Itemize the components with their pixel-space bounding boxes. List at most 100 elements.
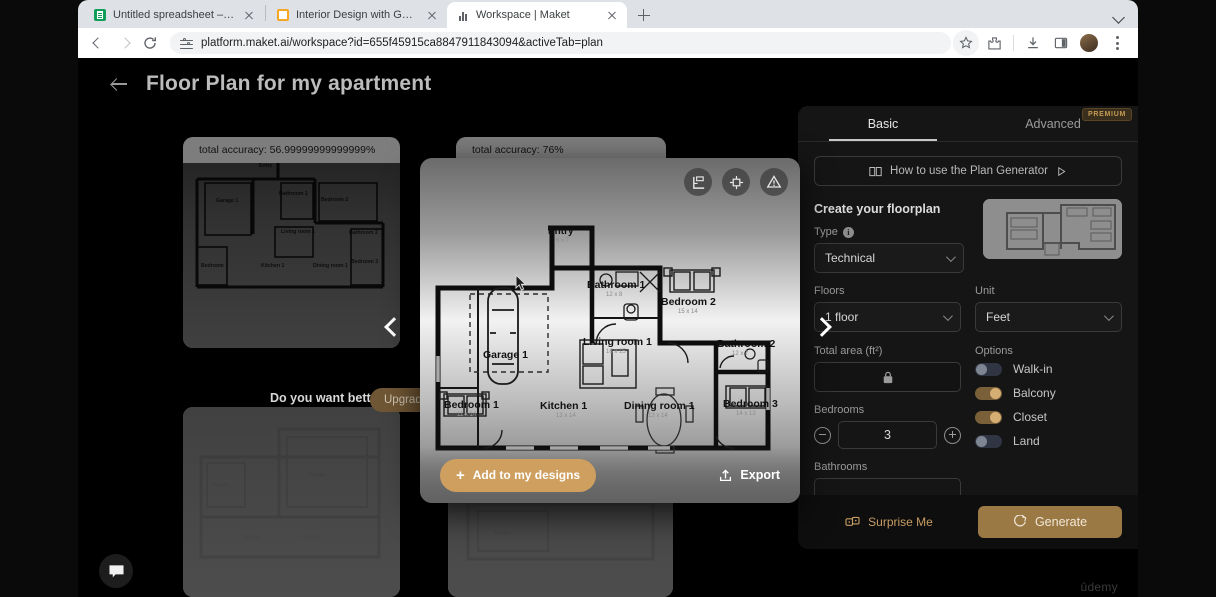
bedrooms-label: Bedrooms <box>814 404 865 416</box>
browser-tab-3[interactable]: Workspace | Maket <box>447 2 627 28</box>
close-icon[interactable] <box>605 8 619 22</box>
extensions-icon[interactable] <box>981 30 1007 56</box>
floorplan-preview-thumb[interactable] <box>983 199 1122 259</box>
svg-text:Room: Room <box>243 535 259 541</box>
chevron-down-icon <box>1103 310 1114 321</box>
room-label: Kitchen 1 <box>540 400 587 412</box>
unit-select[interactable]: Feet <box>975 302 1122 332</box>
measure-icon[interactable] <box>684 168 712 196</box>
avatar <box>1080 34 1098 52</box>
how-to-banner[interactable]: How to use the Plan Generator <box>814 156 1122 186</box>
tab-advanced[interactable]: Advanced PREMIUM <box>968 106 1138 141</box>
book-icon <box>869 166 882 176</box>
info-icon[interactable]: i <box>842 226 854 238</box>
option-walkin[interactable]: Walk-in <box>975 362 1122 376</box>
forward-button[interactable] <box>112 31 136 55</box>
tab-strip: Untitled spreadsheet – Googl Interior De… <box>78 0 1138 28</box>
page-title: Floor Plan for my apartment <box>146 72 432 95</box>
carousel-prev-button[interactable] <box>378 313 404 339</box>
close-icon[interactable] <box>242 8 256 22</box>
maket-icon <box>457 9 469 21</box>
reload-icon[interactable] <box>138 31 162 55</box>
address-bar[interactable]: platform.maket.ai/workspace?id=655f45915… <box>170 32 951 54</box>
total-area-input[interactable] <box>814 362 961 392</box>
tab-basic[interactable]: Basic <box>798 106 968 141</box>
add-to-my-designs-button[interactable]: + Add to my designs <box>440 458 597 492</box>
warning-triangle-icon[interactable] <box>760 168 788 196</box>
unit-field: Unit Feet <box>975 285 1122 332</box>
lock-icon <box>883 371 892 383</box>
svg-text:Bathroom 1: Bathroom 1 <box>279 191 308 197</box>
type-select[interactable]: Technical <box>814 243 964 273</box>
type-label: Type i <box>814 226 964 238</box>
option-land[interactable]: Land <box>975 434 1122 448</box>
svg-text:Bathroom 2: Bathroom 2 <box>349 230 378 236</box>
option-balcony[interactable]: Balcony <box>975 386 1122 400</box>
modal-toolbar <box>684 168 788 196</box>
floors-label: Floors <box>814 285 845 297</box>
generator-panel: Basic Advanced PREMIUM How to use the Pl… <box>798 106 1138 549</box>
bedrooms-stepper: 3 <box>814 421 961 449</box>
site-settings-icon <box>180 37 193 50</box>
bathrooms-input[interactable] <box>814 478 961 496</box>
plan-card-left[interactable]: Entry Garage 1 Bathroom 1 Bedroom 2 Livi… <box>183 137 400 348</box>
options-field: Options Walk-in Balcony Closet Land <box>975 345 1122 496</box>
how-to-label: How to use the Plan Generator <box>890 165 1048 177</box>
carousel-next-button[interactable] <box>809 313 835 339</box>
back-button[interactable] <box>86 31 110 55</box>
land-label: Land <box>1013 434 1040 448</box>
svg-text:Room: Room <box>303 535 319 541</box>
total-area-field: Total area (ft²) Bedrooms 3 Bathrooms <box>814 345 961 496</box>
chrome-menu-icon[interactable] <box>1104 30 1130 56</box>
svg-text:15 x 14: 15 x 14 <box>678 309 698 315</box>
svg-text:Bedroom 2: Bedroom 2 <box>321 197 348 203</box>
bedrooms-decrement-button[interactable] <box>814 426 831 444</box>
bedrooms-input[interactable]: 3 <box>838 421 937 449</box>
chevron-down-icon <box>945 251 956 262</box>
room-label: Dining room 1 <box>624 400 695 412</box>
svg-text:Room: Room <box>494 531 510 537</box>
profile-avatar[interactable] <box>1076 30 1102 56</box>
dice-icon <box>845 516 860 526</box>
crop-frame-icon[interactable] <box>722 168 750 196</box>
generate-button[interactable]: Generate <box>978 506 1122 538</box>
bookmark-star-icon[interactable] <box>953 30 979 56</box>
browser-tab-2[interactable]: Interior Design with Generati <box>267 2 447 28</box>
option-closet[interactable]: Closet <box>975 410 1122 424</box>
plus-icon: + <box>456 466 465 484</box>
room-label: Bathroom 1 <box>587 279 646 291</box>
closet-toggle[interactable] <box>975 410 1002 424</box>
page-header: Floor Plan for my apartment <box>108 72 431 96</box>
chevron-down-icon[interactable] <box>1106 2 1132 28</box>
back-arrow-icon[interactable] <box>108 73 130 95</box>
browser-tab-1[interactable]: Untitled spreadsheet – Googl <box>84 2 264 28</box>
room-label: Bedroom 1 <box>444 399 499 411</box>
floorplan-thumbnail-bl: Room Room Room Room <box>183 407 400 597</box>
udemy-watermark: ûdemy <box>1080 580 1118 594</box>
omnibox-toolbar: platform.maket.ai/workspace?id=655f45915… <box>78 28 1138 58</box>
chat-bubble-icon[interactable] <box>99 554 133 588</box>
balcony-toggle[interactable] <box>975 386 1002 400</box>
floors-select[interactable]: 1 floor <box>814 302 961 332</box>
tab-advanced-label: Advanced <box>1025 116 1081 131</box>
total-area-label: Total area (ft²) <box>814 345 883 357</box>
tab-title: Untitled spreadsheet – Googl <box>113 9 235 21</box>
export-button[interactable]: Export <box>718 468 780 483</box>
plan-card-bottom-left[interactable]: Room Room Room Room <box>183 407 400 597</box>
close-icon[interactable] <box>425 8 439 22</box>
surprise-label: Surprise Me <box>868 515 933 529</box>
side-panel-icon[interactable] <box>1048 30 1074 56</box>
new-tab-button[interactable] <box>631 2 657 28</box>
svg-text:Dining room 1: Dining room 1 <box>313 263 348 269</box>
svg-text:Room: Room <box>213 483 229 489</box>
bedrooms-increment-button[interactable] <box>944 426 961 444</box>
svg-text:6 x 7: 6 x 7 <box>556 238 570 244</box>
walkin-label: Walk-in <box>1013 362 1053 376</box>
play-icon <box>1058 166 1066 176</box>
surprise-me-button[interactable]: Surprise Me <box>814 515 964 529</box>
downloads-icon[interactable] <box>1020 30 1046 56</box>
tab-title: Workspace | Maket <box>476 9 570 21</box>
walkin-toggle[interactable] <box>975 362 1002 376</box>
orange-square-icon <box>277 9 289 21</box>
land-toggle[interactable] <box>975 434 1002 448</box>
